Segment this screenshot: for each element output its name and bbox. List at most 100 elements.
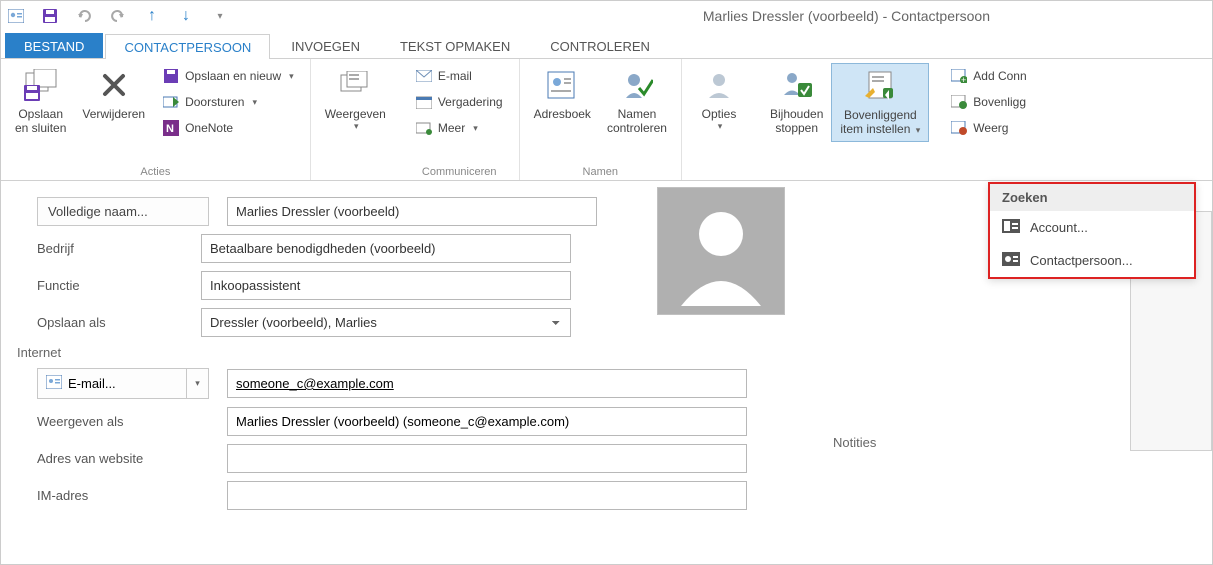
svg-text:N: N — [166, 123, 174, 135]
dropdown-icon: ▾ — [354, 121, 359, 132]
options-label: Opties — [702, 107, 737, 121]
email-selector-button[interactable]: E-mail... — [37, 368, 187, 399]
show2-button[interactable]: Weerg — [945, 117, 1032, 139]
set-parent-button[interactable]: Bovenliggend item instellen ▾ — [831, 63, 929, 142]
group-options-label — [688, 176, 750, 178]
internet-header: Internet — [17, 345, 1202, 360]
im-input[interactable] — [227, 481, 747, 510]
email-label: E-mail — [438, 69, 472, 83]
check-names-label1: Namen — [618, 107, 657, 121]
check-names-label2: controleren — [607, 121, 667, 135]
delete-icon — [96, 67, 132, 103]
check-names-button[interactable]: Namen controleren — [599, 63, 675, 140]
popup-account-label: Account... — [1030, 220, 1088, 235]
website-label: Adres van website — [11, 451, 227, 466]
im-label: IM-adres — [11, 488, 227, 503]
stop-tracking-icon — [779, 67, 815, 103]
show2-icon — [951, 120, 967, 136]
popup-item-contact[interactable]: Contactpersoon... — [990, 244, 1194, 277]
email-input[interactable] — [227, 369, 747, 398]
show-icon — [337, 67, 373, 103]
forward-label: Doorsturen — [185, 95, 244, 109]
show-button[interactable]: Weergeven ▾ — [317, 63, 394, 136]
save-close-button[interactable]: Opslaan en sluiten — [7, 63, 74, 140]
ribbon: Opslaan en sluiten Verwijderen Opslaan e… — [1, 59, 1212, 181]
forward-button[interactable]: Doorsturen▾ — [157, 91, 300, 113]
svg-text:+: + — [961, 75, 966, 83]
fileas-select[interactable] — [201, 308, 571, 337]
qat-customize-icon[interactable]: ▾ — [211, 7, 229, 25]
group-names: Adresboek Namen controleren Namen — [520, 59, 682, 180]
tab-format-text[interactable]: TEKST OPMAKEN — [381, 33, 529, 58]
show2-label: Weerg — [973, 121, 1008, 135]
meeting-label: Vergadering — [438, 95, 503, 109]
redo-icon[interactable] — [109, 7, 127, 25]
options-icon — [701, 67, 737, 103]
onenote-label: OneNote — [185, 121, 233, 135]
website-input[interactable] — [227, 444, 747, 473]
more-label: Meer — [438, 121, 465, 135]
group-show: Weergeven ▾ — [311, 59, 400, 180]
save-new-label: Opslaan en nieuw — [185, 69, 281, 83]
check-names-icon — [619, 67, 655, 103]
more-button[interactable]: Meer ▾ — [410, 117, 509, 139]
group-actions-label: Acties — [7, 164, 304, 178]
popup-item-account[interactable]: Account... — [990, 211, 1194, 244]
meeting-button[interactable]: Vergadering — [410, 91, 509, 113]
email-button[interactable]: E-mail — [410, 65, 509, 87]
displayas-input[interactable] — [227, 407, 747, 436]
email-selector-label: E-mail... — [68, 376, 116, 391]
delete-label: Verwijderen — [82, 107, 145, 121]
meeting-icon — [416, 94, 432, 110]
parent2-icon — [951, 94, 967, 110]
stop-tracking-button[interactable]: Bijhouden stoppen — [762, 63, 831, 140]
tab-contact[interactable]: CONTACTPERSOON — [105, 34, 270, 59]
contact-photo[interactable] — [657, 187, 785, 315]
group-actions: Opslaan en sluiten Verwijderen Opslaan e… — [1, 59, 311, 180]
stop-tracking-label2: stoppen — [775, 121, 818, 135]
arrow-down-icon[interactable]: ↓ — [177, 7, 195, 25]
dropdown-icon: ▾ — [718, 121, 723, 132]
onenote-button[interactable]: N OneNote — [157, 117, 300, 139]
save-icon[interactable] — [41, 7, 59, 25]
group-track: Bijhouden stoppen Bovenliggend item inst… — [756, 59, 935, 180]
arrow-up-icon[interactable]: ↑ — [143, 7, 161, 25]
save-close-label1: Opslaan — [18, 107, 63, 121]
add-connection-button[interactable]: + Add Conn — [945, 65, 1032, 87]
save-new-button[interactable]: Opslaan en nieuw ▾ — [157, 65, 300, 87]
fullname-input[interactable] — [227, 197, 597, 226]
group-communicate-label: Communiceren — [406, 164, 513, 178]
forward-icon — [163, 94, 179, 110]
jobtitle-label: Functie — [11, 278, 201, 293]
company-label: Bedrijf — [11, 241, 201, 256]
fullname-button[interactable]: Volledige naam... — [37, 197, 209, 226]
contact-card-icon — [46, 375, 62, 392]
dropdown-icon: ▾ — [473, 123, 478, 134]
options-button[interactable]: Opties▾ — [688, 63, 750, 136]
group-show-label — [317, 176, 394, 178]
save-close-icon — [23, 67, 59, 103]
add-connection-icon: + — [951, 68, 967, 84]
email-icon — [416, 68, 432, 84]
email-selector-dropdown[interactable]: ▾ — [187, 368, 209, 399]
parent2-button[interactable]: Bovenligg — [945, 91, 1032, 113]
tab-insert[interactable]: INVOEGEN — [272, 33, 379, 58]
fileas-label: Opslaan als — [11, 315, 201, 330]
dropdown-icon: ▾ — [289, 71, 294, 82]
set-parent-label1: Bovenliggend — [844, 108, 917, 122]
contact-card-icon[interactable] — [7, 7, 25, 25]
contact-icon — [1002, 252, 1020, 269]
jobtitle-input[interactable] — [201, 271, 571, 300]
add-connection-label: Add Conn — [973, 69, 1026, 83]
set-parent-dropdown: Zoeken Account... Contactpersoon... — [988, 182, 1196, 279]
undo-icon[interactable] — [75, 7, 93, 25]
save-close-label2: en sluiten — [15, 121, 66, 135]
set-parent-label2: item instellen ▾ — [840, 122, 920, 136]
tab-review[interactable]: CONTROLEREN — [531, 33, 669, 58]
addressbook-button[interactable]: Adresboek — [526, 63, 599, 125]
delete-button[interactable]: Verwijderen — [74, 63, 153, 125]
parent2-label: Bovenligg — [973, 95, 1026, 109]
tab-file[interactable]: BESTAND — [5, 33, 103, 58]
group-crm-extra: + Add Conn Bovenligg Weerg — [935, 59, 1042, 180]
company-input[interactable] — [201, 234, 571, 263]
